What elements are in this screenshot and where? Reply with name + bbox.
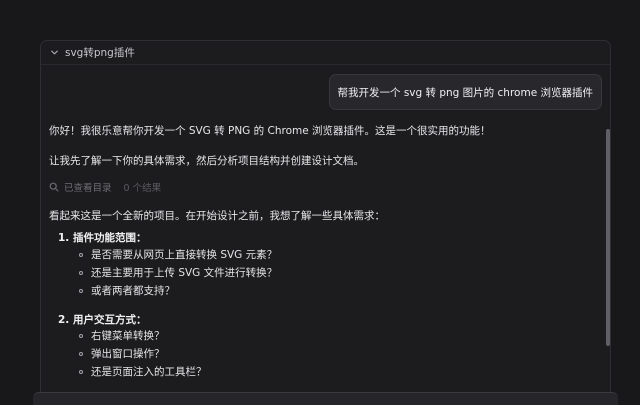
assistant-intro: 看起来这是一个全新的项目。在开始设计之前，我想了解一些具体需求： <box>49 210 385 222</box>
list-item: 是否需要从网页上直接转换 SVG 元素？ <box>79 247 277 262</box>
section-heading-interaction: 2. 用户交互方式： <box>58 314 147 326</box>
bullet-dot <box>79 252 83 257</box>
list-item: 或者两者都支持？ <box>79 283 175 298</box>
user-message-bubble: 帮我开发一个 svg 转 png 图片的 chrome 浏览器插件 <box>328 74 602 110</box>
assistant-plan: 让我先了解一下你的具体需求，然后分析项目结构并创建设计文档。 <box>49 155 364 167</box>
section-heading-scope: 1. 插件功能范围： <box>58 232 147 244</box>
tool-call-result: 0 个结果 <box>123 183 162 194</box>
bullet-dot <box>79 288 83 293</box>
tool-call-row[interactable]: 已查看目录 0 个结果 <box>49 180 161 194</box>
chat-panel: svg转png插件 帮我开发一个 svg 转 png 图片的 chrome 浏览… <box>40 40 611 404</box>
scrollbar-thumb[interactable] <box>606 129 610 346</box>
list-item: 弹出窗口操作？ <box>79 346 165 361</box>
bullet-dot <box>79 351 83 356</box>
assistant-greeting: 你好！我很乐意帮你开发一个 SVG 转 PNG 的 Chrome 浏览器插件。这… <box>49 125 491 137</box>
chat-input-area[interactable] <box>33 392 618 405</box>
panel-title: svg转png插件 <box>65 47 135 59</box>
list-item: 右键菜单转换？ <box>79 328 165 343</box>
tool-call-label: 已查看目录 <box>64 183 112 194</box>
list-item: 还是页面注入的工具栏？ <box>79 364 207 379</box>
search-icon <box>49 182 59 192</box>
list-item: 还是主要用于上传 SVG 文件进行转换？ <box>79 265 277 280</box>
bullet-dot <box>79 270 83 275</box>
bullet-dot <box>79 369 83 374</box>
panel-header[interactable]: svg转png插件 <box>41 41 610 65</box>
chevron-down-icon[interactable] <box>49 48 59 58</box>
bullet-dot <box>79 333 83 338</box>
